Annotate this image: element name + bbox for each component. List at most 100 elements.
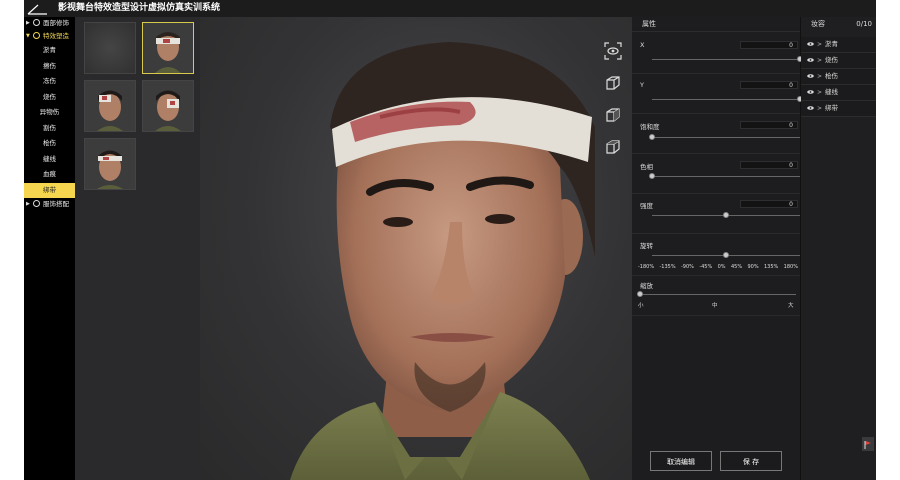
head-thumbnail-icon bbox=[85, 139, 135, 189]
chevron-right-icon: > bbox=[817, 41, 823, 48]
subitem-bandage[interactable]: 绑带 bbox=[24, 182, 75, 198]
attributes-panel: 属性 X 0 Y 0 饱和度 0 色相 0 强度 0 旋转 -180% -135… bbox=[632, 17, 803, 480]
app-title: 影视舞台特效造型设计虚拟仿真实训系统 bbox=[58, 3, 221, 13]
scale-tick-medium: 中 bbox=[712, 303, 718, 309]
subitem-cut[interactable]: 割伤 bbox=[24, 121, 75, 137]
app-window: 影视舞台特效造型设计虚拟仿真实训系统 ▶ 面部修饰 ▼ 特效塑造 淤青 擦伤 冻… bbox=[24, 0, 876, 480]
intensity-slider-knob[interactable] bbox=[723, 212, 729, 218]
category-effects[interactable]: ▼ 特效塑造 bbox=[24, 30, 75, 43]
expand-arrow-icon: ▶ bbox=[26, 20, 30, 26]
back-icon[interactable] bbox=[26, 3, 48, 15]
y-value[interactable]: 0 bbox=[740, 81, 798, 89]
cancel-edit-button[interactable]: 取消编辑 bbox=[650, 451, 712, 471]
intensity-value[interactable]: 0 bbox=[740, 200, 798, 208]
scale-slider-knob[interactable] bbox=[637, 291, 643, 297]
effects-category-icon bbox=[33, 32, 40, 39]
hue-row: 色相 0 bbox=[632, 157, 800, 194]
head-thumbnail-icon bbox=[143, 81, 193, 131]
thumbnail-bandage-3[interactable] bbox=[142, 80, 194, 132]
subitem-blood[interactable]: 血痕 bbox=[24, 167, 75, 183]
layer-name: 缝线 bbox=[825, 88, 838, 96]
rotation-slider[interactable] bbox=[652, 252, 800, 258]
hue-label: 色相 bbox=[640, 163, 653, 171]
save-button[interactable]: 保 存 bbox=[720, 451, 782, 471]
layer-item[interactable]: > 淤青 bbox=[801, 37, 876, 53]
saturation-value[interactable]: 0 bbox=[740, 121, 798, 129]
saturation-row: 饱和度 0 bbox=[632, 117, 800, 154]
hue-slider-knob[interactable] bbox=[649, 173, 655, 179]
subitem-scrape[interactable]: 擦伤 bbox=[24, 59, 75, 75]
layer-name: 淤青 bbox=[825, 40, 838, 48]
subitem-stitches[interactable]: 缝线 bbox=[24, 152, 75, 168]
rotation-tick: 90% bbox=[747, 264, 759, 270]
saturation-slider-knob[interactable] bbox=[649, 134, 655, 140]
category-face[interactable]: ▶ 面部修饰 bbox=[24, 17, 75, 30]
layer-item[interactable]: > 枪伤 bbox=[801, 69, 876, 85]
subitem-burn[interactable]: 烧伤 bbox=[24, 90, 75, 106]
intensity-slider[interactable] bbox=[652, 212, 800, 218]
focus-eye-icon[interactable] bbox=[604, 42, 622, 60]
visibility-eye-icon[interactable] bbox=[807, 74, 814, 78]
layer-item[interactable]: > 绑带 bbox=[801, 101, 876, 117]
scale-tick-small: 小 bbox=[638, 303, 644, 309]
cube-side-icon[interactable] bbox=[604, 106, 622, 124]
face-category-icon bbox=[33, 19, 40, 26]
rotation-tick: 135% bbox=[763, 264, 779, 270]
intensity-label: 强度 bbox=[640, 202, 653, 210]
category-label: 服饰搭配 bbox=[43, 200, 69, 208]
subitem-frostbite[interactable]: 冻伤 bbox=[24, 74, 75, 90]
expand-arrow-icon: ▶ bbox=[26, 201, 30, 207]
character-model bbox=[290, 42, 595, 480]
rotation-tick: 180% bbox=[783, 264, 798, 270]
cube-top-icon[interactable] bbox=[604, 138, 622, 156]
cube-front-icon[interactable] bbox=[604, 74, 622, 92]
x-slider[interactable] bbox=[652, 56, 803, 62]
layer-item[interactable]: > 缝线 bbox=[801, 85, 876, 101]
thumbnail-empty[interactable] bbox=[84, 22, 136, 74]
hue-slider[interactable] bbox=[649, 173, 800, 179]
category-sidebar: ▶ 面部修饰 ▼ 特效塑造 淤青 擦伤 冻伤 烧伤 异物伤 割伤 枪伤 缝线 血… bbox=[24, 17, 75, 480]
scale-row: 缩放 小 中 大 bbox=[632, 277, 800, 316]
subitem-foreign-object[interactable]: 异物伤 bbox=[24, 105, 75, 121]
layer-item[interactable]: > 烧伤 bbox=[801, 53, 876, 69]
saturation-slider[interactable] bbox=[649, 134, 800, 140]
category-label: 面部修饰 bbox=[43, 19, 69, 27]
layer-name: 烧伤 bbox=[825, 56, 838, 64]
visibility-eye-icon[interactable] bbox=[807, 58, 814, 62]
rotation-tick: 45% bbox=[730, 264, 743, 270]
collapse-arrow-icon: ▼ bbox=[26, 33, 30, 39]
hue-value[interactable]: 0 bbox=[740, 161, 798, 169]
rotation-slider-knob[interactable] bbox=[723, 252, 729, 258]
scale-slider[interactable] bbox=[637, 291, 796, 297]
thumbnail-bandage-4[interactable] bbox=[84, 138, 136, 190]
layers-count: 0/10 bbox=[856, 20, 872, 28]
model-viewport[interactable] bbox=[200, 17, 632, 480]
visibility-eye-icon[interactable] bbox=[807, 90, 814, 94]
layers-header: 妆容 0/10 bbox=[801, 17, 876, 31]
rotation-tick: -180% bbox=[638, 264, 655, 270]
subitem-bruise[interactable]: 淤青 bbox=[24, 43, 75, 59]
head-thumbnail-icon bbox=[85, 81, 135, 131]
y-label: Y bbox=[640, 81, 644, 89]
attributes-header: 属性 bbox=[632, 17, 800, 32]
flag-icon[interactable] bbox=[862, 437, 874, 451]
subitem-gunshot[interactable]: 枪伤 bbox=[24, 136, 75, 152]
x-value[interactable]: 0 bbox=[740, 41, 798, 49]
thumbnail-bandage-1[interactable] bbox=[142, 22, 194, 74]
category-label: 特效塑造 bbox=[43, 32, 69, 40]
chevron-right-icon: > bbox=[817, 57, 823, 64]
layers-title: 妆容 bbox=[811, 20, 825, 28]
layer-name: 枪伤 bbox=[825, 72, 838, 80]
scale-tick-large: 大 bbox=[788, 303, 794, 309]
right-panel: 属性 X 0 Y 0 饱和度 0 色相 0 强度 0 旋转 -180% -135… bbox=[632, 17, 876, 480]
rotation-tick: 0% bbox=[717, 264, 726, 270]
category-costume[interactable]: ▶ 服饰搭配 bbox=[24, 198, 75, 211]
thumbnail-bandage-2[interactable] bbox=[84, 80, 136, 132]
saturation-label: 饱和度 bbox=[640, 123, 660, 131]
x-row: X 0 bbox=[632, 37, 803, 74]
makeup-layers-panel: 妆容 0/10 > 淤青 > 烧伤 > 枪伤 > 缝线 > 绑带 bbox=[801, 17, 876, 480]
y-slider[interactable] bbox=[652, 96, 803, 102]
rotation-tick: -90% bbox=[681, 264, 694, 270]
visibility-eye-icon[interactable] bbox=[807, 42, 814, 46]
visibility-eye-icon[interactable] bbox=[807, 106, 814, 110]
